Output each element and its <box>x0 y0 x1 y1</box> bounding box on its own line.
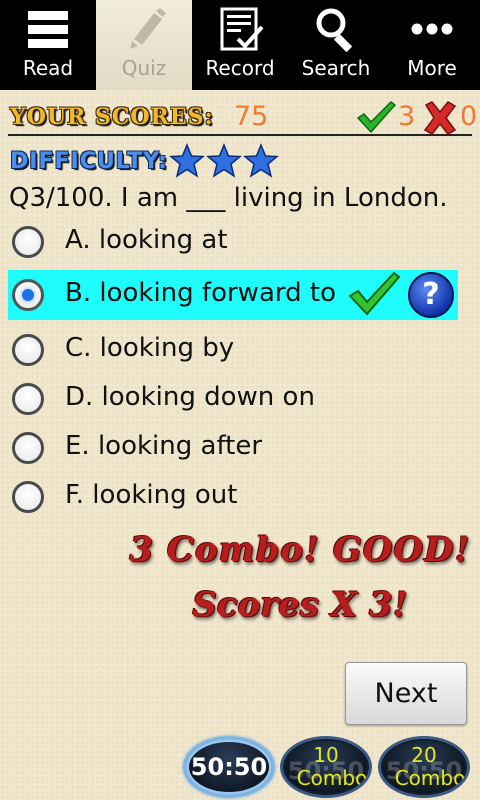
search-icon <box>316 8 353 53</box>
radio-dot <box>22 289 34 301</box>
checklist-icon <box>220 7 264 51</box>
lifeline-combo-label: Combo <box>296 766 368 790</box>
answer-correct-check-icon <box>348 271 400 316</box>
tab-label: Quiz <box>121 56 167 80</box>
question-text: Q3/100. I am ___ living in London. <box>9 183 448 213</box>
tab-search[interactable]: Search <box>288 0 384 90</box>
option-label: F. looking out <box>65 480 238 510</box>
score-value: 75 <box>234 101 269 132</box>
score-label: YOUR SCORES: <box>10 104 214 130</box>
option-label: A. looking at <box>65 225 228 255</box>
option-c[interactable]: C. looking by <box>8 325 458 375</box>
combo-multiplier: Scores X 3! <box>192 585 408 625</box>
lifeline-combo-10-button[interactable]: 50:50 10 Combo <box>280 736 372 798</box>
top-tab-bar: Read Quiz Record Search More <box>0 0 480 90</box>
lifeline-combo-label: Combo <box>394 766 466 790</box>
radio-button[interactable] <box>12 334 44 366</box>
tab-label: Read <box>22 56 74 80</box>
option-label: C. looking by <box>65 333 235 363</box>
lifeline-fifty-fifty-button[interactable]: 50:50 <box>183 736 275 798</box>
tab-record[interactable]: Record <box>192 0 288 90</box>
star-icon <box>205 143 242 178</box>
lifeline-label: 50:50 <box>190 753 268 781</box>
difficulty-row: DIFFICULTY: <box>10 142 279 180</box>
option-d[interactable]: D. looking down on <box>8 374 458 424</box>
tab-label: Record <box>205 56 275 80</box>
lifeline-number: 10 <box>313 743 339 767</box>
tab-read[interactable]: Read <box>0 0 96 90</box>
help-button[interactable]: ? <box>408 272 454 318</box>
more-dots-icon <box>411 23 453 35</box>
option-a[interactable]: A. looking at <box>8 217 458 267</box>
wrong-cross-icon <box>423 101 457 135</box>
tab-more[interactable]: More <box>384 0 480 90</box>
tab-label: Search <box>301 56 371 80</box>
option-label: B. looking forward to <box>65 278 336 308</box>
option-label: D. looking down on <box>65 382 315 412</box>
help-label: ? <box>422 276 440 312</box>
star-icon <box>168 143 205 178</box>
star-icon <box>242 143 279 178</box>
tab-quiz[interactable]: Quiz <box>96 0 192 90</box>
score-row: YOUR SCORES: 75 3 0 <box>8 100 477 136</box>
combo-message: 3 Combo! GOOD! <box>129 530 471 570</box>
correct-count: 3 <box>398 101 416 132</box>
lifeline-combo-20-button[interactable]: 50:50 20 Combo <box>378 736 470 798</box>
menu-lines-icon <box>28 11 68 48</box>
next-button[interactable]: Next <box>345 662 467 725</box>
radio-button[interactable] <box>12 383 44 415</box>
option-b[interactable]: B. looking forward to ? <box>8 270 458 320</box>
tab-label: More <box>407 56 457 80</box>
difficulty-label: DIFFICULTY: <box>10 148 168 174</box>
radio-button-selected[interactable] <box>12 279 44 311</box>
option-e[interactable]: E. looking after <box>8 423 458 473</box>
option-label: E. looking after <box>65 431 263 461</box>
lifeline-number: 20 <box>411 743 437 767</box>
wrong-count: 0 <box>460 101 478 132</box>
option-f[interactable]: F. looking out <box>8 472 458 522</box>
radio-button[interactable] <box>12 481 44 513</box>
radio-button[interactable] <box>12 432 44 464</box>
radio-button[interactable] <box>12 226 44 258</box>
correct-check-icon <box>356 101 396 134</box>
pencil-icon <box>130 8 166 49</box>
